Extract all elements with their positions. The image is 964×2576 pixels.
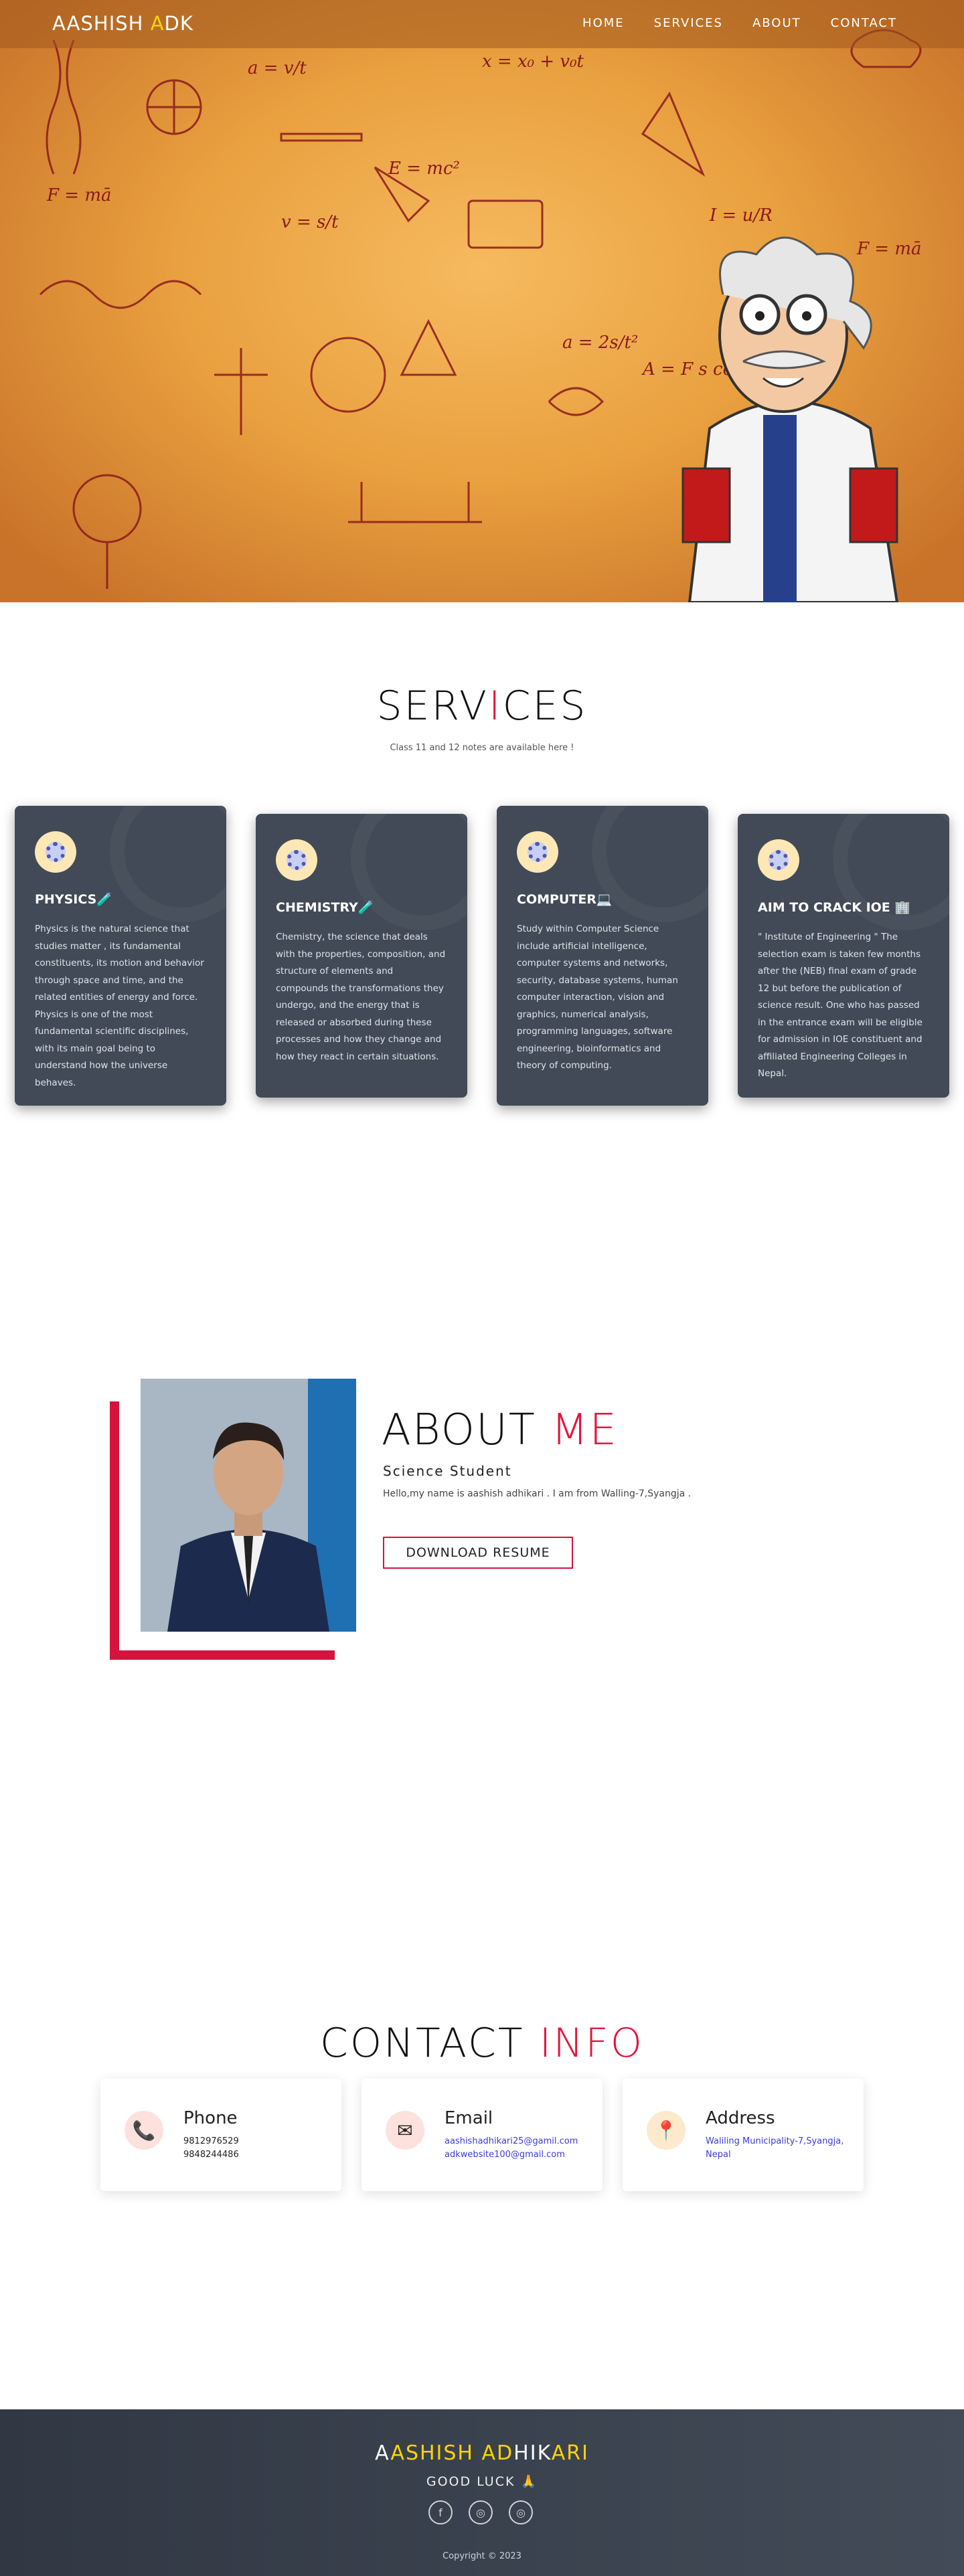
service-card-chemistry: CHEMISTRY🧪 Chemistry, the science that d…	[256, 814, 467, 1098]
services-title: SERVICES	[376, 683, 588, 729]
nav-contact[interactable]: CONTACT	[831, 16, 897, 30]
card-text: Study within Computer Science include ar…	[517, 924, 678, 1071]
envelope-icon: ✉	[386, 2111, 424, 2150]
hero-banner: a = v/t x = x₀ + v₀t F = mā v = s/t I = …	[0, 0, 964, 602]
card-text: Physics is the natural science that stud…	[35, 924, 204, 1088]
nav-home[interactable]: HOME	[582, 16, 625, 30]
social-links: f ◎ ◎	[428, 2500, 533, 2524]
contact-card-title: Address	[706, 2108, 775, 2128]
card-title: PHYSICS🧪	[35, 892, 112, 907]
phone-icon: 📞	[125, 2111, 163, 2150]
nav-links: HOME SERVICES ABOUT CONTACT	[582, 16, 897, 30]
cog-icon	[517, 831, 558, 873]
contact-card-title: Email	[445, 2108, 493, 2128]
about-title: ABOUT ME	[382, 1405, 618, 1455]
email-link[interactable]: adkwebsite100@gmail.com	[445, 2150, 565, 2160]
nav-services[interactable]: SERVICES	[654, 16, 723, 30]
footer-name: AASHISH ADHIKARI	[375, 2441, 589, 2465]
cog-icon	[276, 839, 317, 881]
email-link[interactable]: aashishadhikari25@gamil.com	[445, 2136, 578, 2146]
instagram-icon[interactable]: ◎	[509, 2500, 533, 2524]
instagram-icon[interactable]: ◎	[469, 2500, 493, 2524]
contact-title: CONTACT INFO	[320, 2020, 644, 2067]
footer: AASHISH ADHIKARI GOOD LUCK 🙏 f ◎ ◎ Copyr…	[0, 2409, 964, 2576]
card-title: AIM TO CRACK IOE 🏢	[758, 900, 911, 915]
card-text: " Institute of Engineering " The selecti…	[758, 932, 922, 1079]
map-pin-icon: 📍	[647, 2111, 686, 2150]
svg-text:a = 2s/t²: a = 2s/t²	[562, 333, 638, 353]
phone-number[interactable]: 9812976529	[183, 2136, 239, 2146]
svg-text:I = u/R: I = u/R	[709, 205, 773, 226]
top-navbar: AASHISH ADK HOME SERVICES ABOUT CONTACT	[0, 0, 964, 48]
svg-text:v = s/t: v = s/t	[281, 212, 339, 232]
service-card-ioe: AIM TO CRACK IOE 🏢 " Institute of Engine…	[738, 814, 949, 1098]
scientist-cartoon	[681, 236, 899, 602]
service-card-physics: PHYSICS🧪 Physics is the natural science …	[15, 806, 226, 1106]
brand-text: AASHISH	[52, 12, 151, 35]
profile-photo	[141, 1379, 356, 1632]
svg-text:a = v/t: a = v/t	[248, 58, 307, 78]
contact-card-phone: 📞 Phone 9812976529 9848244486	[100, 2079, 341, 2191]
address-line[interactable]: Waliling Municipality-7,Syangja,	[706, 2136, 843, 2146]
cog-icon	[758, 839, 799, 881]
address-line[interactable]: Nepal	[706, 2150, 731, 2160]
copyright-text: Copyright © 2023	[443, 2551, 521, 2561]
card-title: CHEMISTRY🧪	[276, 900, 374, 915]
brand-text-end: DK	[164, 12, 193, 35]
science-illustration: a = v/t x = x₀ + v₀t F = mā v = s/t I = …	[39, 29, 922, 602]
nav-about[interactable]: ABOUT	[752, 16, 801, 30]
card-title: COMPUTER💻	[517, 892, 613, 907]
contact-card-email: ✉ Email aashishadhikari25@gamil.com adkw…	[362, 2079, 602, 2191]
about-role: Science Student	[383, 1463, 512, 1479]
facebook-icon[interactable]: f	[428, 2500, 453, 2524]
cog-icon	[35, 831, 76, 873]
services-subtitle: Class 11 and 12 notes are available here…	[390, 743, 574, 753]
svg-text:F = mā: F = mā	[46, 185, 112, 205]
contact-card-title: Phone	[183, 2108, 238, 2128]
svg-text:x = x₀ + v₀t: x = x₀ + v₀t	[482, 52, 584, 72]
svg-text:F = mā: F = mā	[856, 239, 922, 259]
about-description: Hello,my name is aashish adhikari . I am…	[383, 1488, 692, 1499]
phone-number[interactable]: 9848244486	[183, 2150, 239, 2160]
person-illustration	[141, 1379, 356, 1632]
service-card-computer: COMPUTER💻 Study within Computer Science …	[497, 806, 708, 1106]
footer-subtitle: GOOD LUCK 🙏	[426, 2474, 538, 2489]
card-text: Chemistry, the science that deals with t…	[276, 932, 446, 1062]
contact-card-address: 📍 Address Waliling Municipality-7,Syangj…	[623, 2079, 864, 2191]
brand-highlight: A	[150, 12, 165, 35]
brand-logo[interactable]: AASHISH ADK	[52, 12, 193, 35]
download-resume-button[interactable]: DOWNLOAD RESUME	[383, 1537, 573, 1569]
svg-text:E = mc²: E = mc²	[388, 159, 460, 179]
